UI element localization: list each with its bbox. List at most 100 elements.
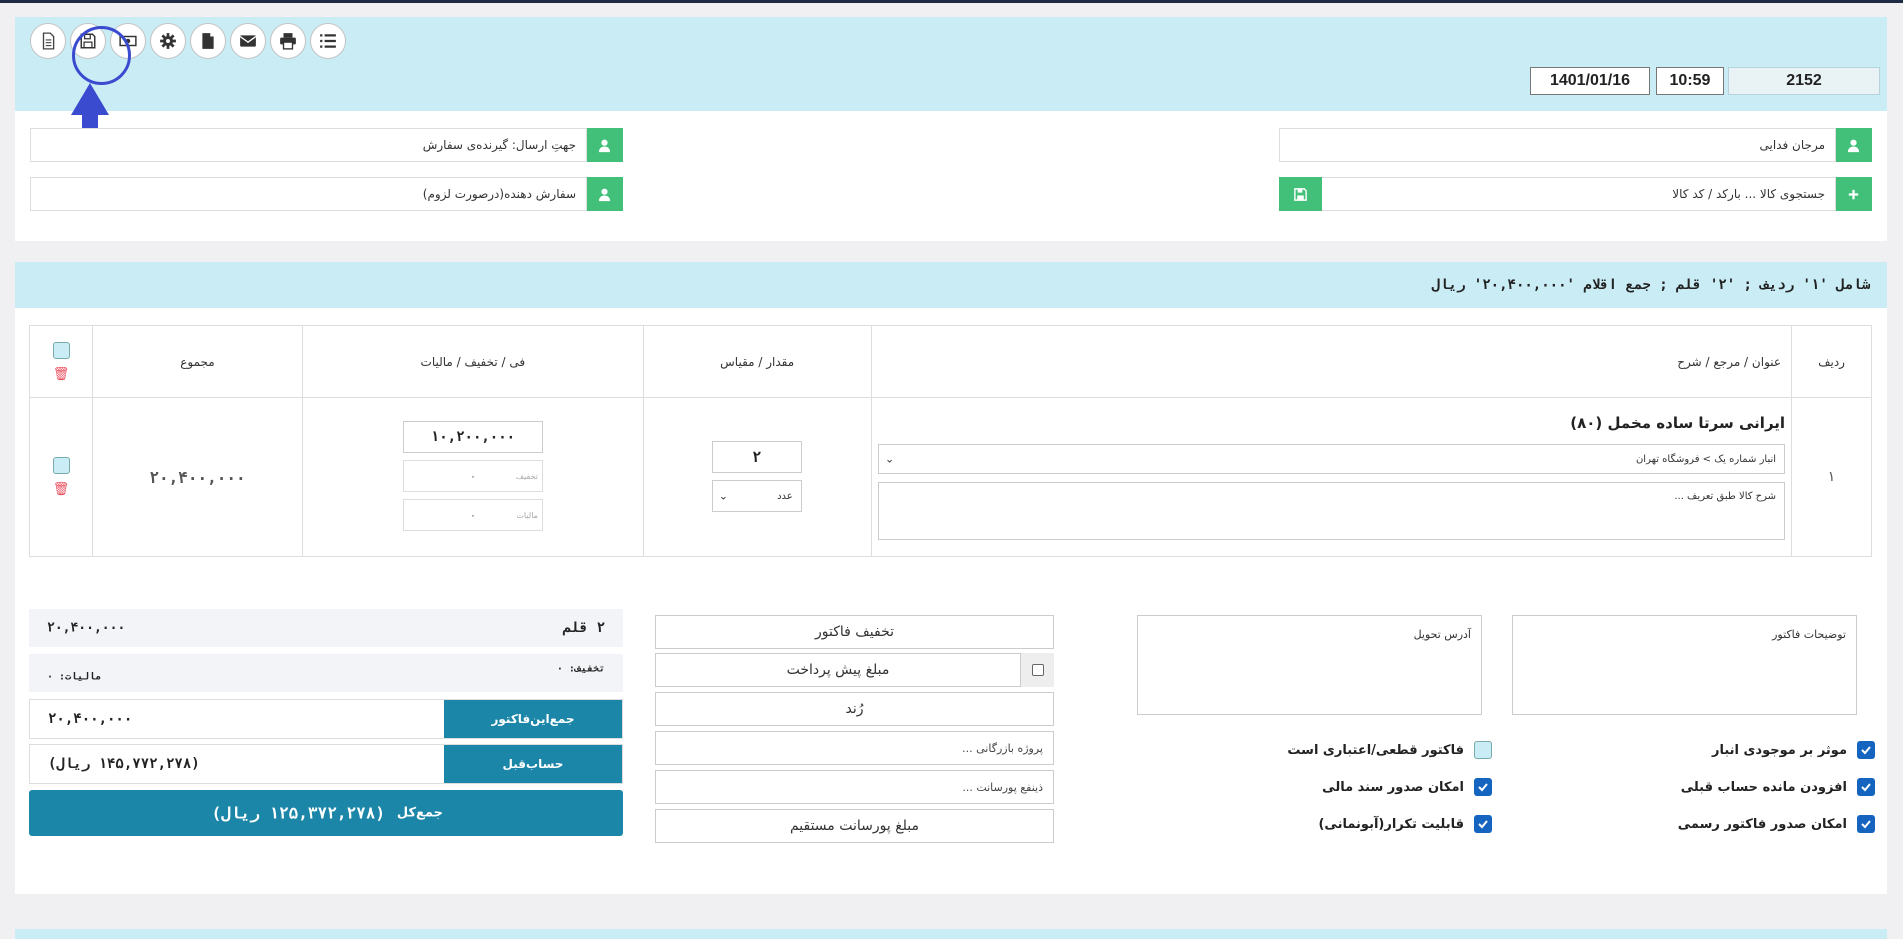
row-select-checkbox[interactable] — [52, 457, 70, 474]
orderer-user-button[interactable] — [586, 177, 623, 211]
next-section-band — [15, 929, 1887, 939]
official-invoice-label: امکان صدور فاکتور رسمی — [1677, 816, 1847, 832]
unit-value: عدد — [777, 490, 793, 502]
tax-total: مالیات: ۰ — [47, 671, 102, 683]
gear-icon — [160, 33, 176, 49]
select-all-checkbox[interactable] — [52, 341, 70, 359]
row-actions: 🗑 — [28, 397, 94, 557]
chevron-down-icon: ⌄ — [885, 452, 895, 466]
grand-total-label: جمع‌کل — [396, 805, 443, 821]
list-icon — [320, 34, 336, 48]
email-button[interactable] — [230, 23, 266, 59]
final-invoice-option[interactable]: فاکتور قطعی/اعتباری است — [1287, 740, 1492, 760]
items-table: ردیف عنوان / مرجع / شرح مقدار / مقیاس فی… — [28, 325, 1872, 557]
col-title: عنوان / مرجع / شرح — [870, 325, 1793, 398]
items-summary: شامل '۱' ردیف ; '۲' قلم ; جمع اقلام '۲۰,… — [15, 262, 1887, 308]
financial-doc-option[interactable]: امکان صدور سند مالی — [1322, 777, 1492, 797]
discount-value: ۰ — [469, 469, 476, 483]
row-number: ۱ — [1791, 397, 1872, 557]
delivery-address-input[interactable]: آدرس تحویل — [1137, 615, 1482, 715]
affect-stock-checkbox[interactable] — [1857, 741, 1875, 759]
delete-row-icon[interactable]: 🗑 — [53, 482, 70, 497]
items-sum: ۲۰,۴۰۰,۰۰۰ — [47, 620, 126, 636]
add-product-button[interactable] — [1835, 177, 1872, 211]
file-button[interactable] — [190, 23, 226, 59]
chevron-down-icon: ⌄ — [718, 489, 728, 503]
new-doc-icon — [42, 32, 55, 50]
invoice-header-card: 1401/01/16 10:59 2152 مرجان فدایی جستجوی… — [15, 17, 1887, 241]
tax-input[interactable]: ۰ مالیات — [402, 499, 543, 531]
grand-total-bar: (۱۲۵,۳۷۲,۲۷۸ ریال) جمع‌کل — [29, 790, 623, 836]
item-description-input[interactable]: شرح کالا طبق تعریف ... — [878, 482, 1786, 540]
tax-placeholder: مالیات — [516, 510, 538, 520]
official-invoice-checkbox[interactable] — [1857, 815, 1875, 833]
add-prev-balance-checkbox[interactable] — [1857, 778, 1875, 796]
financial-doc-checkbox[interactable] — [1474, 778, 1492, 796]
round-button[interactable]: رُند — [655, 692, 1054, 726]
list-button[interactable] — [310, 23, 346, 59]
customer-name-field[interactable]: مرجان فدایی — [1279, 128, 1836, 162]
recurring-option[interactable]: قابلیت تکرار(آبونمانی) — [1318, 814, 1492, 834]
plus-icon — [1848, 189, 1859, 199]
ship-to-user-button[interactable] — [586, 128, 623, 162]
row-total: ۲۰,۴۰۰,۰۰۰ — [92, 397, 303, 557]
row-qty-cell: ۲ عدد ⌄ — [642, 397, 872, 557]
date-field[interactable]: 1401/01/16 — [1530, 67, 1650, 95]
commission-beneficiary-input[interactable]: ذینفع پورسانت ... — [655, 770, 1054, 804]
table-row: ۱ ایرانی سرتا ساده مخمل (۸۰) انبار شماره… — [28, 397, 1872, 557]
product-save-button[interactable] — [1279, 177, 1322, 211]
discount-input[interactable]: ۰ تخفیف — [402, 460, 543, 492]
top-strip — [0, 0, 1903, 3]
prepayment-button[interactable]: مبلغ پیش پرداخت — [655, 653, 1021, 687]
affect-stock-option[interactable]: موثر بر موجودی انبار — [1712, 740, 1875, 760]
affect-stock-label: موثر بر موجودی انبار — [1711, 742, 1847, 758]
grand-total-value: (۱۲۵,۳۷۲,۲۷۸ ریال) — [211, 803, 385, 823]
final-invoice-label: فاکتور قطعی/اعتباری است — [1287, 742, 1464, 758]
new-doc-button[interactable] — [30, 23, 66, 59]
item-title: ایرانی سرتا ساده مخمل (۸۰) — [1570, 414, 1786, 432]
discount-placeholder: تخفیف — [515, 471, 538, 481]
add-prev-balance-option[interactable]: افزودن مانده حساب قبلی — [1681, 777, 1875, 797]
invoice-discount-button[interactable]: تخفیف فاکتور — [655, 615, 1054, 649]
envelope-icon — [239, 35, 257, 47]
discount-tax-row: مالیات: ۰ تخفیف: ۰ — [29, 654, 623, 692]
financial-doc-label: امکان صدور سند مالی — [1322, 779, 1464, 795]
row-price-cell: ۱۰,۲۰۰,۰۰۰ ۰ تخفیف ۰ مالیات — [301, 397, 644, 557]
invoice-notes-input[interactable]: توضیحات فاکتور — [1512, 615, 1857, 715]
col-qty: مقدار / مقیاس — [642, 325, 872, 398]
ship-to-field[interactable]: جهتِ ارسال: گیرنده‌ی سفارش — [30, 128, 587, 162]
file-icon — [202, 33, 214, 49]
user-icon — [1847, 139, 1860, 152]
prepayment-checkbox[interactable] — [1020, 653, 1054, 687]
final-invoice-checkbox[interactable] — [1474, 741, 1492, 759]
warehouse-select[interactable]: انبار شماره یک > فروشگاه تهران ⌄ — [878, 444, 1786, 474]
orderer-field[interactable]: سفارش دهنده(درصورت لزوم) — [30, 177, 587, 211]
official-invoice-option[interactable]: امکان صدور فاکتور رسمی — [1678, 814, 1875, 834]
unit-price-input[interactable]: ۱۰,۲۰۰,۰۰۰ — [402, 421, 543, 453]
recurring-label: قابلیت تکرار(آبونمانی) — [1318, 816, 1464, 832]
user-icon — [598, 188, 611, 201]
prev-balance-button[interactable]: حساب‌قبل — [444, 745, 622, 783]
unit-select[interactable]: عدد ⌄ — [711, 480, 802, 512]
warehouse-value: انبار شماره یک > فروشگاه تهران — [1635, 453, 1777, 465]
items-count: ۲ قلم — [562, 620, 605, 636]
time-field[interactable]: 10:59 — [1656, 67, 1724, 95]
items-count-row: ۲۰,۴۰۰,۰۰۰ ۲ قلم — [29, 609, 623, 647]
invoice-items-card: شامل '۱' ردیف ; '۲' قلم ; جمع اقلام '۲۰,… — [15, 262, 1887, 894]
doc-number-field[interactable]: 2152 — [1728, 67, 1880, 95]
delete-all-icon[interactable]: 🗑 — [53, 367, 70, 382]
add-prev-balance-label: افزودن مانده حساب قبلی — [1680, 779, 1847, 795]
quantity-input[interactable]: ۲ — [711, 441, 802, 473]
discount-total: تخفیف: ۰ — [556, 663, 605, 675]
printer-icon — [280, 33, 296, 50]
customer-user-button[interactable] — [1835, 128, 1872, 162]
marketing-project-input[interactable]: پروژه بازرگانی ... — [655, 731, 1054, 765]
settings-button[interactable] — [150, 23, 186, 59]
invoice-sum-value: ۲۰,۴۰۰,۰۰۰ — [48, 711, 133, 727]
product-search-input[interactable]: جستجوی کالا ... بارکد / کد کالا — [1321, 177, 1836, 211]
direct-commission-button[interactable]: مبلغ پورسانت مستقیم — [655, 809, 1054, 843]
recurring-checkbox[interactable] — [1474, 815, 1492, 833]
print-button[interactable] — [270, 23, 306, 59]
invoice-sum-button[interactable]: جمع‌این‌فاکتور — [444, 700, 622, 738]
row-title-cell: ایرانی سرتا ساده مخمل (۸۰) انبار شماره ی… — [870, 397, 1793, 557]
